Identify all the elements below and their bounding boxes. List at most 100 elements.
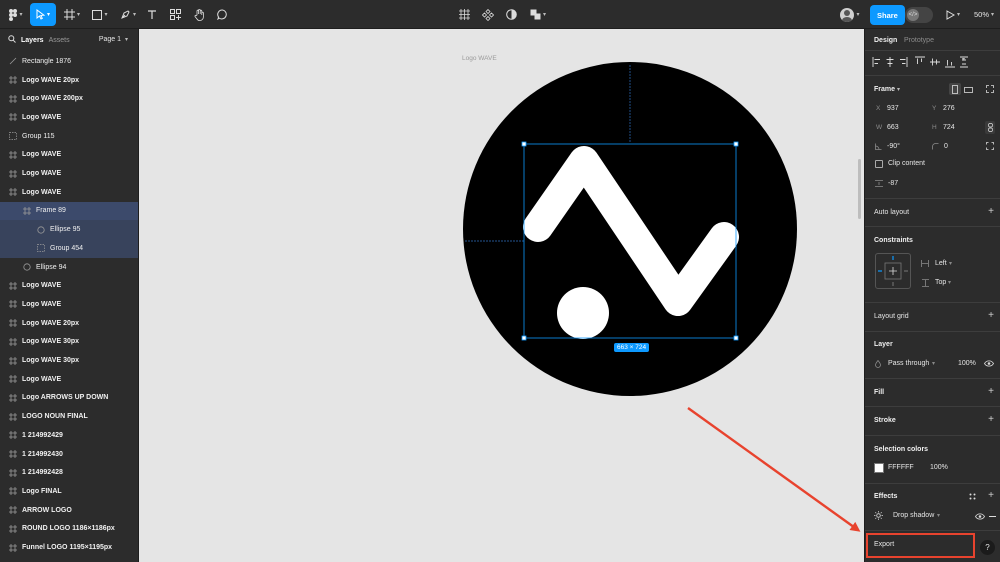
layer-row[interactable]: Ellipse 95 xyxy=(0,220,138,239)
layer-row[interactable]: Logo FINAL xyxy=(0,482,138,501)
color-opacity-value[interactable]: 100% xyxy=(930,464,948,471)
width-input[interactable]: 663 xyxy=(887,124,899,131)
add-layout-grid-icon[interactable]: + xyxy=(988,310,994,321)
portrait-orientation-icon[interactable] xyxy=(949,83,961,95)
layer-row[interactable]: Logo WAVE 200px xyxy=(0,89,138,108)
chevron-down-icon[interactable]: ▾ xyxy=(932,360,935,367)
layer-row[interactable]: 1 214992429 xyxy=(0,426,138,445)
clip-content-checkbox[interactable] xyxy=(875,160,883,168)
remove-effect-icon[interactable] xyxy=(989,516,996,517)
tab-prototype[interactable]: Prototype xyxy=(904,37,934,44)
frame-tool-button[interactable]: ▾ xyxy=(60,3,84,26)
chevron-down-icon[interactable]: ▾ xyxy=(948,279,951,286)
layer-row[interactable]: Logo ARROWS UP DOWN xyxy=(0,389,138,408)
independent-corners-icon[interactable] xyxy=(986,142,994,152)
layer-label: Logo ARROWS UP DOWN xyxy=(22,394,109,402)
eye-icon[interactable] xyxy=(975,513,985,522)
dev-mode-toggle[interactable]: </> xyxy=(904,3,934,26)
text-tool-button[interactable] xyxy=(144,3,160,26)
present-button[interactable]: ▾ xyxy=(942,3,964,26)
user-avatar-button[interactable]: ▾ xyxy=(836,3,864,26)
effect-styles-icon[interactable] xyxy=(969,493,976,502)
chevron-down-icon[interactable]: ▾ xyxy=(937,512,940,519)
layer-row[interactable]: Rectangle 1876 xyxy=(0,52,138,71)
shape-tool-button[interactable]: ▾ xyxy=(88,3,112,26)
layer-opacity-input[interactable]: 100% xyxy=(958,360,976,367)
layer-row[interactable]: Logo WAVE 20px xyxy=(0,71,138,90)
layer-row[interactable]: ARROW LOGO xyxy=(0,501,138,520)
drop-shadow-select[interactable]: Drop shadow xyxy=(893,512,934,519)
layer-row[interactable]: Logo WAVE xyxy=(0,370,138,389)
layer-row[interactable]: Logo WAVE 30px xyxy=(0,333,138,352)
move-tool-button[interactable]: ▾ xyxy=(30,3,56,26)
height-input[interactable]: 724 xyxy=(943,124,955,131)
layer-row[interactable]: ROUND LOGO 1186×1186px xyxy=(0,520,138,539)
landscape-orientation-icon[interactable] xyxy=(964,86,973,95)
blend-mode-select[interactable]: Pass through xyxy=(888,360,929,367)
add-effect-icon[interactable]: + xyxy=(988,490,994,501)
layer-row[interactable]: 1 214992430 xyxy=(0,445,138,464)
color-hex-value[interactable]: FFFFFF xyxy=(888,464,914,471)
tab-assets[interactable]: Assets xyxy=(49,37,70,44)
layer-row[interactable]: 1 214992428 xyxy=(0,463,138,482)
x-position-input[interactable]: 937 xyxy=(887,105,899,112)
layer-row[interactable]: Frame 89 xyxy=(0,201,138,221)
layer-row[interactable]: Logo WAVE 20px xyxy=(0,314,138,333)
constraints-widget[interactable] xyxy=(875,253,911,289)
auto-layout-title[interactable]: Auto layout xyxy=(874,209,909,216)
layer-row[interactable]: Ellipse 94 xyxy=(0,258,138,277)
add-stroke-icon[interactable]: + xyxy=(988,414,994,425)
constrain-proportions-icon[interactable] xyxy=(985,121,995,134)
stroke-section-title[interactable]: Stroke xyxy=(874,417,896,424)
chevron-down-icon[interactable]: ▾ xyxy=(962,56,965,63)
corner-radius-input[interactable]: 0 xyxy=(944,143,948,150)
layout-grid-title[interactable]: Layout grid xyxy=(874,313,909,320)
color-swatch[interactable] xyxy=(874,463,884,473)
chevron-down-icon[interactable]: ▾ xyxy=(949,260,952,267)
help-button[interactable]: ? xyxy=(980,540,995,555)
layer-row[interactable]: Logo WAVE xyxy=(0,164,138,183)
boolean-button[interactable]: ▾ xyxy=(527,3,549,26)
tab-design[interactable]: Design xyxy=(874,37,897,44)
add-fill-icon[interactable]: + xyxy=(988,386,994,397)
horizontal-constraint-select[interactable]: Left xyxy=(935,260,947,267)
y-position-input[interactable]: 276 xyxy=(943,105,955,112)
comment-tool-button[interactable] xyxy=(214,3,230,26)
resources-button[interactable] xyxy=(167,3,183,26)
sun-effect-icon[interactable] xyxy=(874,511,883,522)
clip-content-label: Clip content xyxy=(888,160,925,167)
share-button[interactable]: Share xyxy=(870,5,905,25)
spacing-input[interactable]: -87 xyxy=(888,180,898,187)
rotation-input[interactable]: -90° xyxy=(887,143,900,150)
page-selector[interactable]: Page 1 ▾ xyxy=(99,36,128,43)
layer-row[interactable]: Group 115 xyxy=(0,127,138,146)
layer-row[interactable]: Logo WAVE xyxy=(0,276,138,295)
grid-view-button[interactable] xyxy=(456,3,472,26)
tab-layers[interactable]: Layers xyxy=(21,37,44,44)
layer-row[interactable]: Logo WAVE xyxy=(0,146,138,165)
design-canvas[interactable]: Logo WAVE 663 × 724 xyxy=(139,29,864,562)
layer-row[interactable]: Group 454 xyxy=(0,239,138,258)
fill-section-title[interactable]: Fill xyxy=(874,389,884,396)
main-menu-button[interactable]: ▾ xyxy=(4,3,28,26)
resize-to-fit-icon[interactable] xyxy=(986,85,994,95)
hand-tool-button[interactable] xyxy=(191,3,207,26)
add-auto-layout-icon[interactable]: + xyxy=(988,206,994,217)
eye-icon[interactable] xyxy=(984,360,994,369)
mask-button[interactable] xyxy=(503,3,519,26)
frame-section-title[interactable]: Frame xyxy=(874,86,895,93)
vertical-constraint-select[interactable]: Top xyxy=(935,279,946,286)
layer-row[interactable]: LOGO NOUN FINAL xyxy=(0,407,138,426)
layer-row[interactable]: Logo WAVE 30px xyxy=(0,351,138,370)
canvas-scrollbar[interactable] xyxy=(858,159,861,219)
layer-row[interactable]: Logo WAVE xyxy=(0,183,138,202)
layer-row[interactable]: Logo WAVE xyxy=(0,108,138,127)
frame-icon xyxy=(8,374,18,384)
zoom-menu[interactable]: 50% ▾ xyxy=(970,3,998,26)
layer-row[interactable]: Logo WAVE xyxy=(0,295,138,314)
pen-tool-button[interactable]: ▾ xyxy=(116,3,140,26)
search-icon[interactable] xyxy=(8,35,16,45)
layer-row[interactable]: Funnel LOGO 1195×1195px xyxy=(0,538,138,557)
component-button[interactable] xyxy=(480,3,496,26)
chevron-down-icon[interactable]: ▾ xyxy=(897,86,900,93)
